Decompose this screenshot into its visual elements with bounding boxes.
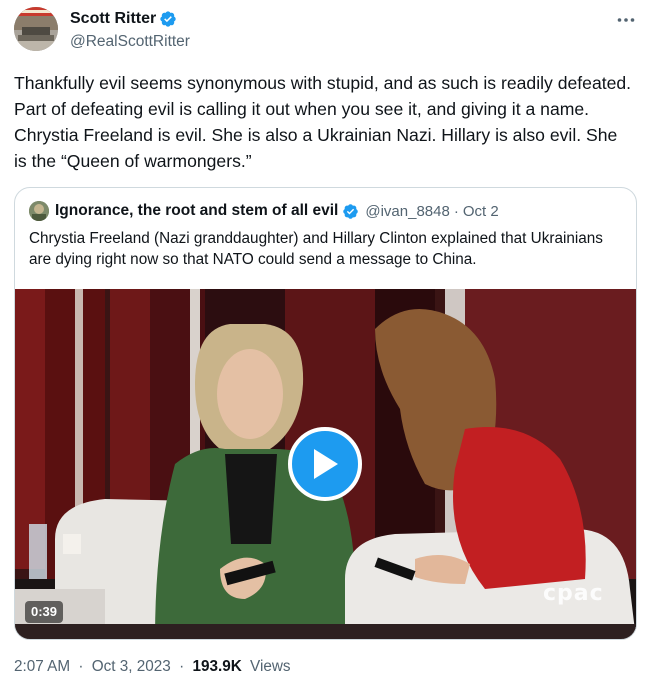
author-avatar[interactable] xyxy=(14,7,58,51)
quoted-date[interactable]: Oct 2 xyxy=(463,203,499,220)
video-watermark: cpac xyxy=(543,581,604,606)
more-dots-icon xyxy=(617,18,635,22)
quoted-verified-badge-icon xyxy=(343,203,359,219)
meta-separator-2: · xyxy=(179,658,185,675)
verified-badge-icon xyxy=(160,11,176,27)
video-duration: 0:39 xyxy=(25,601,64,623)
views-label: Views xyxy=(250,658,291,675)
quoted-author-avatar[interactable] xyxy=(29,201,49,221)
quoted-tweet-header: Ignorance, the root and stem of all evil… xyxy=(29,201,499,221)
tweet-metadata: 2:07 AM · Oct 3, 2023 · 193.9K Views xyxy=(14,658,291,676)
profile-photo-icon xyxy=(14,7,58,51)
quoted-tweet[interactable]: Ignorance, the root and stem of all evil… xyxy=(14,187,637,640)
tweet-text: Thankfully evil seems synonymous with st… xyxy=(14,73,632,171)
author-name-row: Scott Ritter xyxy=(70,10,177,28)
author-handle[interactable]: @RealScottRitter xyxy=(70,33,190,51)
tweet: Scott Ritter @RealScottRitter Thankfully… xyxy=(0,0,649,685)
play-button[interactable] xyxy=(288,427,362,501)
quoted-display-name[interactable]: Ignorance, the root and stem of all evil xyxy=(55,202,338,220)
author-display-name[interactable]: Scott Ritter xyxy=(70,10,156,28)
tweet-date[interactable]: Oct 3, 2023 xyxy=(92,658,171,675)
quoted-handle[interactable]: @ivan_8848 xyxy=(365,203,449,220)
tweet-time[interactable]: 2:07 AM xyxy=(14,658,70,675)
meta-separator: · xyxy=(78,658,84,675)
quoted-tweet-text: Chrystia Freeland (Nazi granddaughter) a… xyxy=(29,230,603,268)
video-player[interactable]: 0:39 cpac xyxy=(15,289,636,639)
more-options-button[interactable] xyxy=(612,8,640,32)
views-count: 193.9K xyxy=(192,658,242,675)
quoted-separator: · xyxy=(453,202,459,220)
play-icon xyxy=(314,449,338,479)
quoted-avatar-icon xyxy=(29,201,49,221)
